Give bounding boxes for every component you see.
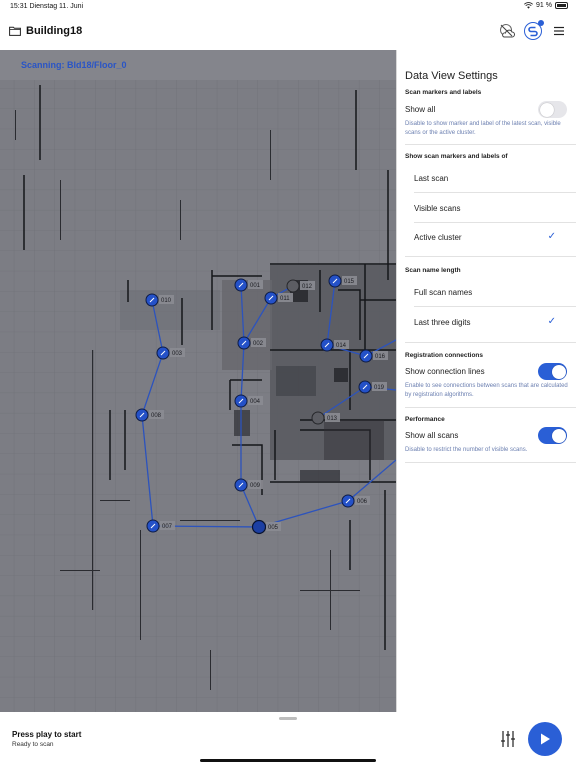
- sync-button[interactable]: [524, 20, 544, 40]
- sheet-grabber[interactable]: [279, 717, 297, 720]
- clock-time: 15:31: [10, 3, 28, 10]
- connection-lines-hint: Enable to see connections between scans …: [405, 383, 568, 398]
- status-right: 91 %: [524, 2, 568, 9]
- toggle-knob: [551, 364, 566, 379]
- menu-icon: [554, 26, 564, 36]
- battery-icon: [555, 2, 568, 9]
- scan-label-005: 005: [268, 525, 279, 531]
- show-connection-lines-label: Show connection lines: [405, 367, 485, 376]
- play-icon: [541, 733, 550, 745]
- scan-label-004: 004: [250, 399, 261, 405]
- nav-actions: [498, 20, 568, 40]
- scan-label-016: 016: [375, 354, 386, 360]
- divider: [414, 192, 576, 193]
- data-view-settings-panel: Data View Settings Scan markers and labe…: [396, 50, 576, 712]
- scan-label-012: 012: [302, 284, 313, 290]
- scan-settings-button[interactable]: [500, 730, 516, 753]
- check-last-three-digits-icon: ✓: [547, 316, 556, 327]
- divider: [405, 256, 576, 257]
- play-button[interactable]: [528, 722, 562, 756]
- show-connection-lines-toggle[interactable]: [538, 363, 567, 380]
- menu-button[interactable]: [550, 22, 568, 40]
- folder-icon: [9, 26, 21, 36]
- sliders-icon: [501, 731, 515, 747]
- cloud-off-icon: [500, 24, 515, 38]
- clock-date: Dienstag 11. Juni: [29, 3, 84, 10]
- bottom-bar: Press play to start Ready to scan: [0, 712, 576, 768]
- section-performance: Performance: [405, 416, 445, 423]
- wifi-icon: [524, 2, 533, 9]
- status-time: 15:31 Dienstag 11. Juni: [10, 3, 83, 10]
- scan-label-014: 014: [336, 343, 347, 349]
- option-visible-scans[interactable]: Visible scans: [414, 204, 461, 213]
- scan-status-title: Press play to start: [12, 730, 82, 739]
- show-all-hint: Disable to show marker and label of the …: [405, 121, 561, 136]
- scan-label-009: 009: [250, 483, 261, 489]
- divider: [414, 306, 576, 307]
- show-all-label: Show all: [405, 105, 436, 114]
- option-full-scan-names[interactable]: Full scan names: [414, 288, 472, 297]
- divider: [405, 342, 576, 343]
- scan-label-010: 010: [161, 298, 172, 304]
- toggle-knob: [539, 102, 554, 117]
- divider: [414, 222, 576, 223]
- show-all-scans-hint: Disable to restrict the number of visibl…: [405, 447, 528, 453]
- scan-label-006: 006: [357, 499, 368, 505]
- check-active-cluster-icon: ✓: [547, 231, 556, 242]
- show-all-toggle[interactable]: [538, 101, 567, 118]
- map-view[interactable]: 010 003 008 007 001 002 011 012 015 014 …: [0, 50, 396, 712]
- section-scan-markers: Scan markers and labels: [405, 89, 482, 96]
- sync-badge: [538, 20, 544, 26]
- scan-label-007: 007: [162, 524, 173, 530]
- scan-label-019: 019: [374, 385, 385, 391]
- show-all-scans-toggle[interactable]: [538, 427, 567, 444]
- divider: [405, 407, 576, 408]
- scan-label-008: 008: [151, 413, 162, 419]
- battery-percent: 91 %: [536, 2, 552, 9]
- map-canvas[interactable]: 010 003 008 007 001 002 011 012 015 014 …: [0, 50, 396, 712]
- divider: [405, 462, 576, 463]
- scan-label-015: 015: [344, 279, 355, 285]
- scan-label-001: 001: [250, 283, 261, 289]
- section-name-length: Scan name length: [405, 267, 461, 274]
- divider: [405, 144, 576, 145]
- section-show-of: Show scan markers and labels of: [405, 153, 508, 160]
- scan-label-011: 011: [280, 296, 290, 302]
- home-indicator: [200, 759, 376, 762]
- option-last-scan[interactable]: Last scan: [414, 174, 448, 183]
- option-active-cluster[interactable]: Active cluster: [414, 233, 462, 242]
- status-bar: 15:31 Dienstag 11. Juni 91 %: [0, 0, 576, 14]
- scan-label-003: 003: [172, 351, 183, 357]
- scanning-location-label[interactable]: Scanning: Bld18/Floor_0: [21, 60, 127, 70]
- toggle-knob: [551, 428, 566, 443]
- option-last-three-digits[interactable]: Last three digits: [414, 318, 470, 327]
- project-title-text: Building18: [26, 25, 83, 37]
- sync-icon: [528, 26, 538, 37]
- scan-status-subtitle: Ready to scan: [12, 741, 54, 748]
- panel-title: Data View Settings: [405, 70, 498, 82]
- map-header: Scanning: Bld18/Floor_0: [0, 50, 396, 80]
- cloud-off-button[interactable]: [498, 22, 516, 40]
- project-title[interactable]: Building18: [9, 25, 82, 37]
- scan-label-002: 002: [253, 341, 264, 347]
- section-registration: Registration connections: [405, 352, 484, 359]
- scan-label-013: 013: [327, 416, 338, 422]
- show-all-scans-label: Show all scans: [405, 431, 459, 440]
- nav-bar: Building18: [0, 14, 576, 50]
